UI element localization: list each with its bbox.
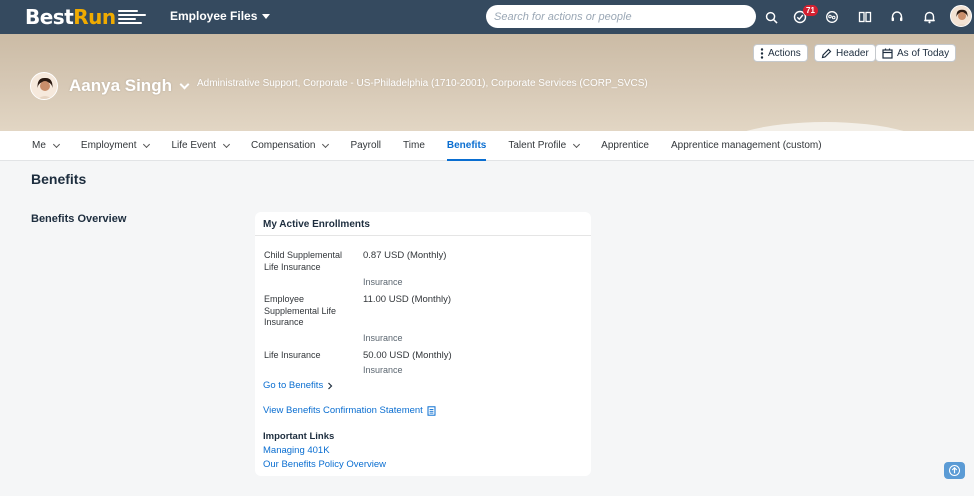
tab-compensation[interactable]: Compensation <box>250 131 330 161</box>
enrollment-amount: 0.87 USD (Monthly) <box>363 250 447 261</box>
managing-401k-link[interactable]: Managing 401K <box>263 445 330 456</box>
search-input[interactable] <box>494 10 756 23</box>
important-links-heading: Important Links <box>263 431 335 442</box>
calendar-icon <box>882 48 893 59</box>
enrollment-name: Employee Supplemental Life Insurance <box>264 294 337 327</box>
enrollment-name: Life Insurance <box>264 350 321 360</box>
bell-icon[interactable] <box>920 8 938 26</box>
header-edit-button[interactable]: Header <box>814 44 876 62</box>
confirmation-label: View Benefits Confirmation Statement <box>263 405 423 416</box>
tab-apprentice-management[interactable]: Apprentice management (custom) <box>671 131 822 161</box>
user-avatar[interactable] <box>950 5 972 27</box>
employee-name: Aanya Singh <box>69 76 172 95</box>
tab-label: Payroll <box>350 140 382 151</box>
profile-header: Actions Header As of Today Aanya Singh A… <box>0 34 974 131</box>
tab-me[interactable]: Me <box>32 131 60 161</box>
tab-employment[interactable]: Employment <box>80 131 151 161</box>
tab-label: Life Event <box>171 140 216 151</box>
support-headset-icon[interactable] <box>888 8 906 26</box>
search-field[interactable] <box>486 5 756 28</box>
logo-best-text: Best <box>25 5 74 29</box>
chevron-down-icon <box>322 140 330 148</box>
logo-speed-lines-icon <box>117 10 146 24</box>
enrollment-type: Insurance <box>363 365 403 375</box>
tab-life-event[interactable]: Life Event <box>171 131 231 161</box>
chevron-right-icon <box>328 382 333 389</box>
caret-down-icon <box>262 13 271 19</box>
logo-run-text: Run <box>73 5 116 29</box>
tab-talent-profile[interactable]: Talent Profile <box>508 131 581 161</box>
app-menu-button[interactable]: Employee Files <box>170 9 271 23</box>
tab-label: Apprentice <box>601 140 649 151</box>
chevron-down-icon <box>52 140 60 148</box>
tab-payroll[interactable]: Payroll <box>350 131 381 161</box>
tab-apprentice[interactable]: Apprentice <box>601 131 649 161</box>
chevron-down-icon <box>573 140 581 148</box>
tab-label: Time <box>403 140 425 151</box>
chevron-down-icon <box>222 140 231 148</box>
header-label: Header <box>836 47 869 59</box>
tab-label: Talent Profile <box>508 140 567 151</box>
section-title: Benefits Overview <box>31 213 127 225</box>
tab-label: Me <box>32 140 46 151</box>
tab-label: Benefits <box>446 140 487 151</box>
bestrun-logo[interactable]: Best Run <box>25 4 146 30</box>
notification-count-badge: 71 <box>803 5 818 16</box>
enrollment-amount: 11.00 USD (Monthly) <box>363 294 451 305</box>
actions-button[interactable]: Actions <box>753 44 808 62</box>
search-icon[interactable] <box>762 8 780 26</box>
employee-org-details: Administrative Support, Corporate - US-P… <box>197 78 648 89</box>
actions-label: Actions <box>768 47 801 59</box>
enrollment-amount: 50.00 USD (Monthly) <box>363 350 452 361</box>
enrollment-type: Insurance <box>363 333 403 343</box>
divider <box>255 235 591 236</box>
arrow-up-icon <box>949 465 960 476</box>
compare-icon[interactable] <box>856 8 874 26</box>
benefits-policy-link[interactable]: Our Benefits Policy Overview <box>263 459 386 470</box>
tab-label: Apprentice management (custom) <box>670 140 822 151</box>
employee-name-dropdown[interactable]: Aanya Singh <box>69 76 190 96</box>
tab-label: Compensation <box>250 140 316 151</box>
active-enrollments-card: My Active Enrollments Child Supplemental… <box>255 212 591 476</box>
chevron-down-icon <box>143 140 151 148</box>
card-title: My Active Enrollments <box>263 219 370 230</box>
go-to-benefits-link[interactable]: Go to Benefits <box>263 380 333 391</box>
enrollment-type: Insurance <box>363 277 403 287</box>
profile-avatar <box>30 72 58 100</box>
chat-icon[interactable] <box>823 8 841 26</box>
tab-time[interactable]: Time <box>403 131 425 161</box>
go-to-benefits-label: Go to Benefits <box>263 380 324 391</box>
tab-benefits[interactable]: Benefits <box>446 131 487 161</box>
more-vertical-icon <box>760 47 764 59</box>
benefits-confirmation-link[interactable]: View Benefits Confirmation Statement <box>263 405 436 416</box>
chevron-down-icon <box>179 79 190 89</box>
section-tab-bar: Me Employment Life Event Compensation Pa… <box>0 131 974 161</box>
as-of-today-label: As of Today <box>897 47 950 59</box>
document-icon <box>427 405 436 416</box>
tab-label: Employment <box>80 140 137 151</box>
app-menu-label: Employee Files <box>170 9 258 23</box>
shell-bar: BestRun Employee Files 71 <box>0 0 974 34</box>
enrollment-name: Child Supplemental Life Insurance <box>264 250 343 272</box>
as-of-today-button[interactable]: As of Today <box>875 44 957 62</box>
pencil-icon <box>821 48 832 58</box>
scroll-to-top-button[interactable] <box>944 462 965 479</box>
page-title: Benefits <box>31 171 87 187</box>
